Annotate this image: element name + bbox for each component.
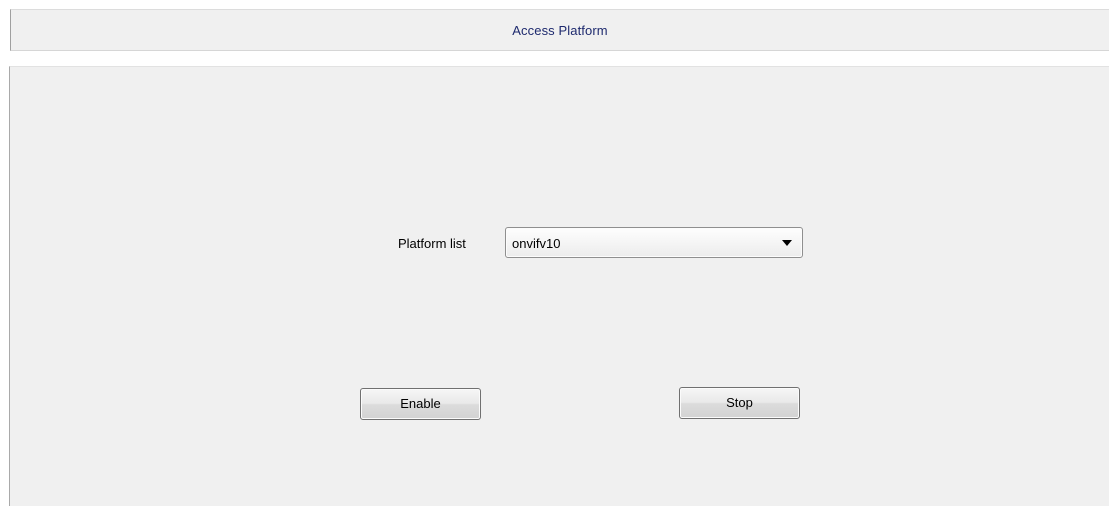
page-title: Access Platform [512, 23, 608, 38]
stop-button[interactable]: Stop [679, 387, 800, 419]
title-bar: Access Platform [10, 9, 1109, 51]
main-panel [9, 66, 1109, 506]
platform-list-selected-value: onvifv10 [512, 236, 561, 251]
platform-list-label: Platform list [398, 236, 466, 251]
platform-list-dropdown[interactable]: onvifv10 [505, 227, 803, 258]
enable-button[interactable]: Enable [360, 388, 481, 420]
chevron-down-icon[interactable] [782, 240, 792, 246]
